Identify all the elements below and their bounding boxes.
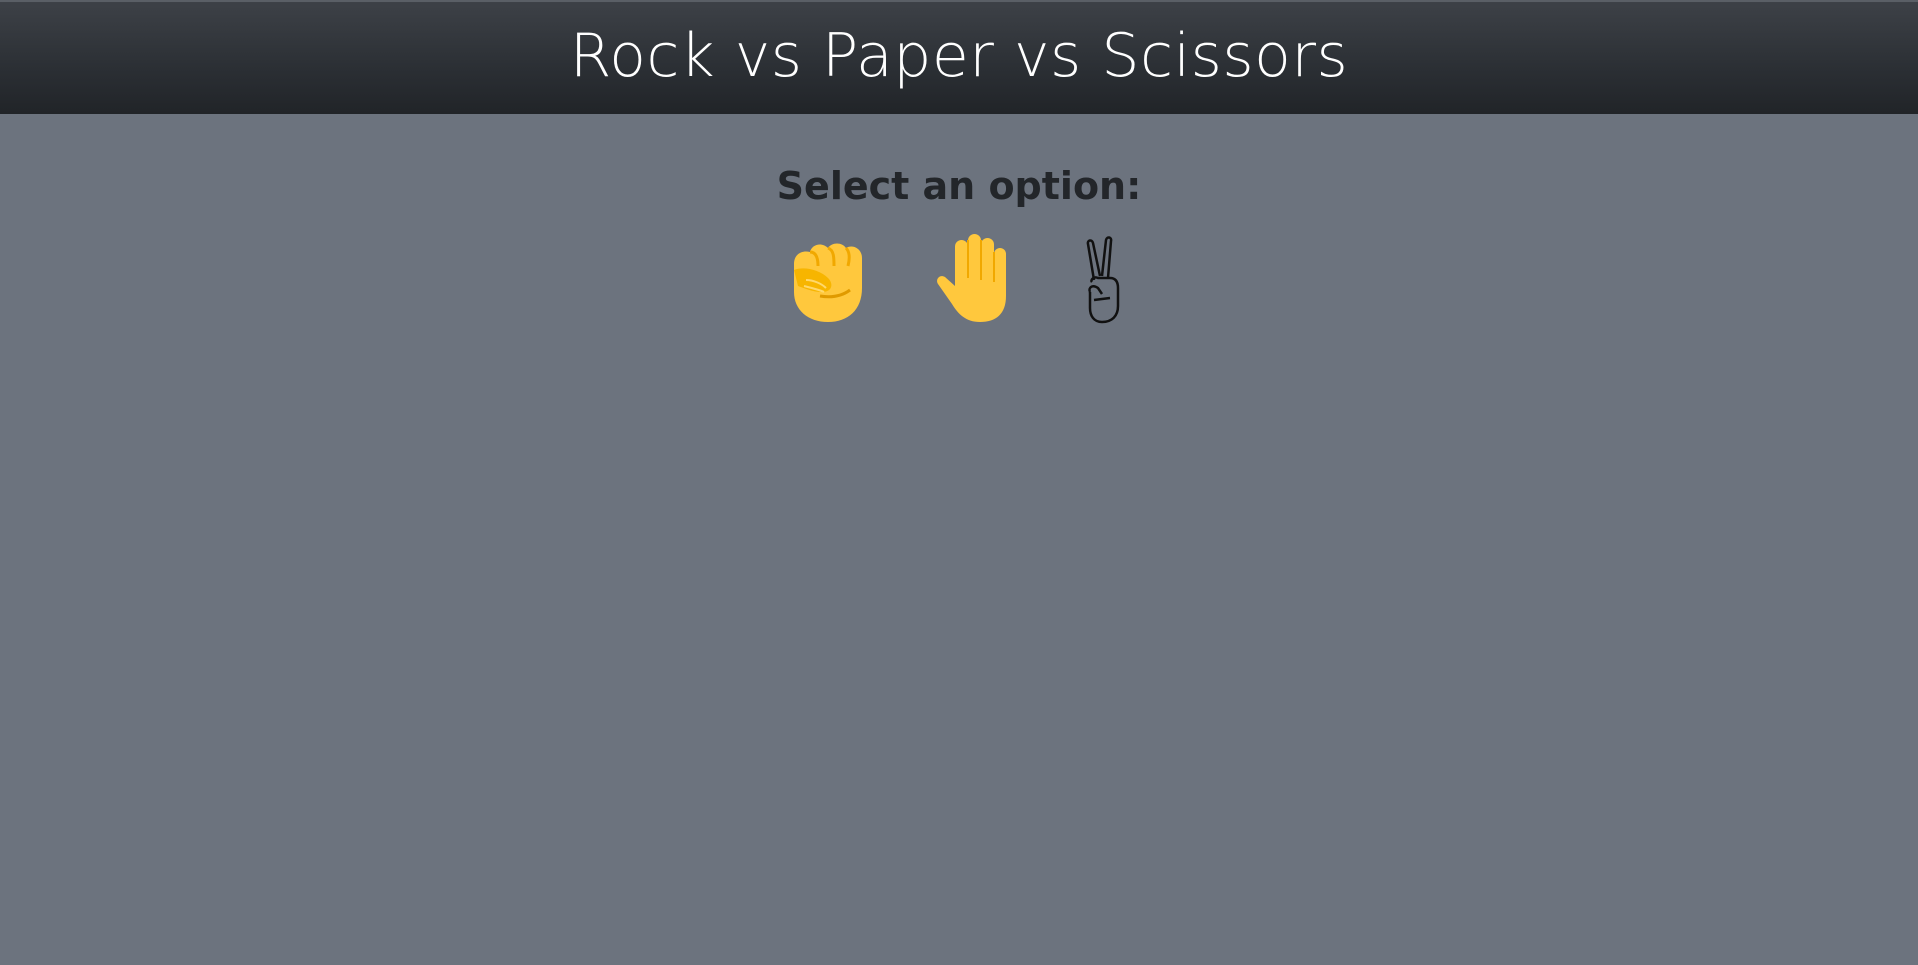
victory-hand-icon	[1086, 236, 1120, 324]
raised-fist-icon	[794, 243, 862, 322]
scissors-option-button[interactable]	[1080, 236, 1130, 326]
rock-option-button[interactable]	[776, 226, 876, 326]
select-option-prompt: Select an option:	[776, 164, 1142, 208]
app-header: Rock vs Paper vs Scissors	[0, 2, 1918, 114]
game-area: Select an option:	[0, 114, 1918, 965]
page-title: Rock vs Paper vs Scissors	[569, 21, 1349, 91]
paper-option-button[interactable]	[928, 226, 1028, 326]
raised-hand-icon	[937, 234, 1006, 322]
